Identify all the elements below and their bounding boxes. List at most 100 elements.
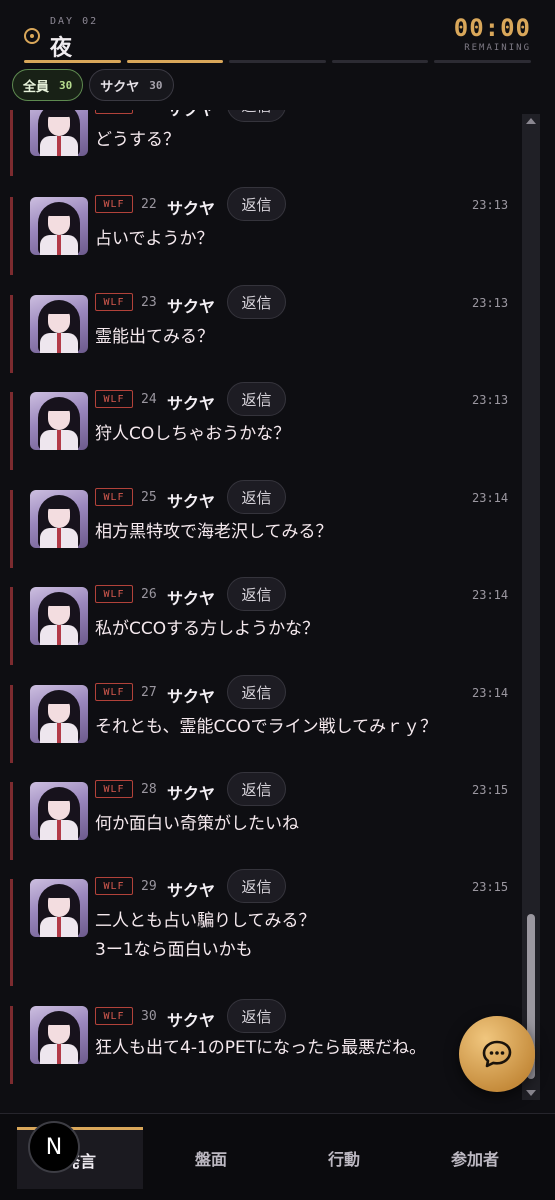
player-name: サクヤ (167, 687, 216, 706)
message-item: WLF 29 サクヤ 返信 23:15 二人とも占い騙りしてみる？ 3ー1なら面白… (10, 869, 520, 986)
player-name: サクヤ (167, 881, 216, 900)
timestamp: 23:15 (472, 880, 509, 894)
message-item: WLF 21 サクヤ 返信 23:13 どうする？ (10, 110, 520, 176)
filter-chip-all[interactable]: 全員 30 (12, 69, 84, 101)
tab-action[interactable]: 行動 (281, 1127, 407, 1189)
message-item: WLF 23 サクヤ 返信 23:13 霊能出てみる？ (10, 285, 520, 373)
player-name: サクヤ (167, 1011, 216, 1030)
role-badge: WLF (95, 683, 133, 701)
filter-chip-sakuya[interactable]: サクヤ 30 (89, 69, 174, 101)
chip-count: 30 (59, 78, 73, 92)
chat-bubble-icon (482, 1040, 512, 1068)
phase-progress (24, 60, 531, 63)
bottom-nav: 発言 盤面 行動 参加者 (0, 1113, 555, 1200)
message-text: 3ー1なら面白いかも (95, 940, 253, 960)
reply-button[interactable]: 返信 (227, 110, 286, 122)
reply-button[interactable]: 返信 (227, 999, 286, 1033)
timestamp: 23:13 (472, 110, 508, 113)
reply-button[interactable]: 返信 (227, 772, 286, 806)
reply-button[interactable]: 返信 (227, 675, 286, 709)
player-name: サクヤ (167, 784, 216, 803)
avatar[interactable] (30, 392, 88, 450)
message-number: 21 (141, 110, 157, 113)
timestamp: 23:13 (472, 296, 509, 310)
message-text: 霊能出てみる？ (95, 327, 214, 347)
message-text: 二人とも占い騙りしてみる？ (95, 911, 316, 931)
player-name: サクヤ (167, 297, 216, 316)
player-name: サクヤ (167, 110, 215, 120)
role-badge: WLF (95, 390, 133, 408)
message-item: WLF 30 サクヤ 返信 狂人も出て4-1のPETになったら最悪だね。 (10, 999, 520, 1084)
progress-segment (331, 60, 429, 63)
message-number: 25 (141, 490, 157, 505)
avatar[interactable] (30, 685, 88, 743)
role-badge: WLF (95, 195, 133, 213)
scroll-down-icon[interactable] (522, 1086, 540, 1100)
timestamp: 23:15 (472, 783, 509, 797)
message-number: 26 (141, 587, 157, 602)
reply-button[interactable]: 返信 (227, 187, 286, 221)
progress-segment (126, 60, 224, 63)
message-number: 27 (141, 685, 157, 700)
role-badge: WLF (95, 877, 133, 895)
chip-count: 30 (149, 78, 163, 92)
role-badge: WLF (95, 585, 133, 603)
message-text: どうする？ (95, 130, 180, 150)
header: DAY 02 夜 00:00 REMAINING (0, 0, 555, 64)
timer: 00:00 (453, 14, 531, 42)
message-text: 相方黒特攻で海老沢してみる？ (95, 522, 333, 542)
player-name: サクヤ (167, 199, 216, 218)
avatar[interactable] (30, 879, 88, 937)
player-name: サクヤ (167, 589, 216, 608)
message-item: WLF 22 サクヤ 返信 23:13 占いでようか？ (10, 187, 520, 275)
message-number: 22 (141, 197, 157, 212)
avatar[interactable] (30, 782, 88, 840)
progress-segment (229, 60, 326, 63)
timestamp: 23:14 (472, 588, 509, 602)
chip-label: サクヤ (100, 79, 140, 95)
timestamp: 23:14 (472, 686, 509, 700)
role-badge: WLF (95, 780, 133, 798)
avatar[interactable] (30, 110, 88, 156)
role-badge: WLF (95, 488, 133, 506)
message-number: 29 (141, 879, 157, 894)
message-list[interactable]: WLF 21 サクヤ 返信 23:13 どうする？ WLF 22 サクヤ 返信 … (0, 110, 520, 1105)
player-name: サクヤ (167, 394, 216, 413)
reply-button[interactable]: 返信 (227, 382, 286, 416)
reply-button[interactable]: 返信 (227, 577, 286, 611)
progress-segment (24, 60, 121, 63)
message-text: 狂人も出て4-1のPETになったら最悪だね。 (95, 1038, 427, 1058)
timestamp: 23:14 (472, 491, 509, 505)
chat-fab-button[interactable] (459, 1016, 535, 1092)
message-item: WLF 26 サクヤ 返信 23:14 私がCCOする方しようかな？ (10, 577, 520, 665)
message-item: WLF 24 サクヤ 返信 23:13 狩人COしちゃおうかな？ (10, 382, 520, 470)
message-item: WLF 27 サクヤ 返信 23:14 それとも、霊能CCOでライン戦してみｒｙ… (10, 675, 520, 763)
sun-circle-icon (24, 28, 40, 44)
phase-title: 夜 (50, 36, 73, 61)
n-logo-icon[interactable]: N (28, 1121, 80, 1173)
message-number: 28 (141, 782, 157, 797)
avatar[interactable] (30, 295, 88, 353)
message-text: 占いでようか？ (95, 229, 214, 249)
chip-label: 全員 (23, 79, 50, 95)
scrollbar[interactable] (522, 114, 540, 1100)
message-text: 狩人COしちゃおうかな？ (95, 424, 291, 444)
tab-board[interactable]: 盤面 (148, 1127, 274, 1189)
scroll-up-icon[interactable] (522, 114, 540, 128)
reply-button[interactable]: 返信 (227, 285, 286, 319)
reply-button[interactable]: 返信 (227, 480, 286, 514)
day-label: DAY 02 (50, 16, 99, 27)
avatar[interactable] (30, 490, 88, 548)
reply-button[interactable]: 返信 (227, 869, 286, 903)
avatar[interactable] (30, 587, 88, 645)
avatar[interactable] (30, 1006, 88, 1064)
message-text: 私がCCOする方しようかな？ (95, 619, 320, 639)
message-item: WLF 28 サクヤ 返信 23:15 何か面白い奇策がしたいね (10, 772, 520, 860)
avatar[interactable] (30, 197, 88, 255)
tab-participants[interactable]: 参加者 (412, 1127, 538, 1189)
message-number: 23 (141, 295, 157, 310)
role-badge: WLF (95, 110, 133, 114)
message-item: WLF 25 サクヤ 返信 23:14 相方黒特攻で海老沢してみる？ (10, 480, 520, 568)
message-number: 30 (141, 1009, 157, 1024)
progress-segment (434, 60, 531, 63)
